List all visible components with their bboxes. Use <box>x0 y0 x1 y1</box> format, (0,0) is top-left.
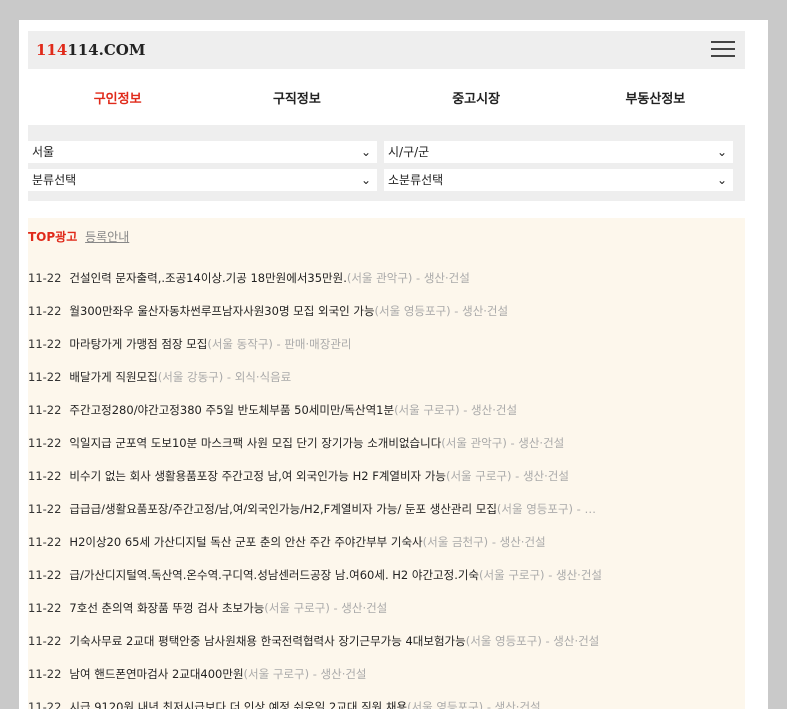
item-location-category: (서울 영등포구) - 생산·건설 <box>407 700 541 709</box>
subcategory-select-value: 소분류선택 <box>388 173 444 187</box>
item-date: 11-22 <box>28 502 62 516</box>
list-item[interactable]: 11-22 익일지급 군포역 도보10분 마스크팩 사원 모집 단기 장기가능 소… <box>28 433 740 453</box>
chevron-down-icon: ⌄ <box>360 145 371 159</box>
list-item[interactable]: 11-22 마라탕가게 가맹점 점장 모집(서울 동작구) - 판매·매장관리 <box>28 334 740 354</box>
item-date: 11-22 <box>28 304 62 318</box>
chevron-down-icon: ⌄ <box>360 173 371 187</box>
item-date: 11-22 <box>28 568 62 582</box>
item-location-category: (서울 금천구) - 생산·건설 <box>422 535 546 549</box>
list-item[interactable]: 11-22 월300만좌우 울산자동차썬루프남자사원30명 모집 외국인 가능(서… <box>28 301 740 321</box>
district-select-value: 시/구/군 <box>388 145 430 159</box>
item-date: 11-22 <box>28 469 62 483</box>
item-title[interactable]: 시급 9120원 내년 최저시급보다 더 인상 예정 쉬운일 2교대 직원 채용 <box>69 700 407 709</box>
item-title[interactable]: 주간고정280/야간고정380 주5일 반도체부품 50세미만/독산역1분 <box>69 403 394 417</box>
chevron-down-icon: ⌄ <box>716 173 727 187</box>
item-date: 11-22 <box>28 601 62 615</box>
filter-panel: 서울 ⌄ 시/구/군 ⌄ 분류선택 ⌄ 소분류선택 ⌄ <box>28 125 745 201</box>
chevron-down-icon: ⌄ <box>716 145 727 159</box>
item-date: 11-22 <box>28 436 62 450</box>
list-item[interactable]: 11-22 배달가게 직원모집(서울 강동구) - 외식·식음료 <box>28 367 740 387</box>
list-item[interactable]: 11-22 급/가산디지털역.독산역.온수역.구디역.성남센러드공장 남.여60세… <box>28 565 740 585</box>
item-title[interactable]: 기숙사무료 2교대 평택안중 남사원채용 한국전력협력사 장기근무가능 4대보험… <box>69 634 465 648</box>
category-select[interactable]: 분류선택 ⌄ <box>28 169 377 191</box>
item-location-category: (서울 구로구) - 생산·건설 <box>243 667 367 681</box>
item-location-category: (서울 구로구) - 생산·건설 <box>479 568 602 582</box>
item-title[interactable]: 급/가산디지털역.독산역.온수역.구디역.성남센러드공장 남.여60세. H2 … <box>69 568 479 582</box>
item-location-category: (서울 영등포구) - … <box>496 502 596 516</box>
item-location-category: (서울 관악구) - 생산·건설 <box>346 271 470 285</box>
item-date: 11-22 <box>28 403 62 417</box>
item-location-category: (서울 영등포구) - 생산·건설 <box>465 634 600 648</box>
main-nav: 구인정보 구직정보 중고시장 부동산정보 <box>28 69 745 125</box>
item-title[interactable]: 남여 핸드폰연마검사 2교대400만원 <box>69 667 243 681</box>
logo-red-part: 114 <box>36 41 68 59</box>
subcategory-select[interactable]: 소분류선택 ⌄ <box>384 169 733 191</box>
item-date: 11-22 <box>28 337 62 351</box>
tab-used-market[interactable]: 중고시장 <box>387 88 566 107</box>
item-title[interactable]: 급급급/생활요품포장/주간고정/남,여/외국인가능/H2,F계열비자 가능/ 둔… <box>69 502 496 516</box>
item-title[interactable]: 건설인력 문자출력,.조공14이상.기공 18만원에서35만원. <box>69 271 346 285</box>
list-item[interactable]: 11-22 주간고정280/야간고정380 주5일 반도체부품 50세미만/독산역… <box>28 400 740 420</box>
category-select-value: 분류선택 <box>32 173 77 187</box>
item-location-category: (서울 관악구) - 생산·건설 <box>441 436 565 450</box>
item-title[interactable]: 비수기 없는 회사 생활용품포장 주간고정 남,여 외국인가능 H2 F계열비자… <box>69 469 446 483</box>
item-location-category: (서울 강동구) - 외식·식음료 <box>157 370 292 384</box>
item-title[interactable]: 배달가게 직원모집 <box>69 370 157 384</box>
district-select[interactable]: 시/구/군 ⌄ <box>384 141 733 163</box>
item-title[interactable]: 7호선 춘의역 화장품 뚜껑 검사 초보가능 <box>69 601 264 615</box>
menu-icon-bar <box>711 48 735 50</box>
job-list: TOP광고 등록안내 11-22 건설인력 문자출력,.조공14이상.기공 18만… <box>28 218 745 709</box>
region-select[interactable]: 서울 ⌄ <box>28 141 377 163</box>
page-frame: 114114.COM 구인정보 구직정보 중고시장 부동산정보 서울 ⌄ 시/구… <box>19 20 768 709</box>
item-location-category: (서울 구로구) - 생산·건설 <box>445 469 569 483</box>
tab-job-offers[interactable]: 구인정보 <box>28 88 207 107</box>
list-item[interactable]: 11-22 시급 9120원 내년 최저시급보다 더 인상 예정 쉬운일 2교대 … <box>28 697 740 709</box>
list-item[interactable]: 11-22 비수기 없는 회사 생활용품포장 주간고정 남,여 외국인가능 H2 … <box>28 466 740 486</box>
register-info-link[interactable]: 등록안내 <box>85 230 129 244</box>
site-logo[interactable]: 114114.COM <box>36 41 145 59</box>
item-location-category: (서울 구로구) - 생산·건설 <box>264 601 388 615</box>
top-ad-header: TOP광고 등록안내 <box>28 228 129 245</box>
item-date: 11-22 <box>28 634 62 648</box>
item-title[interactable]: 마라탕가게 가맹점 점장 모집 <box>69 337 207 351</box>
item-title[interactable]: H2이상20 65세 가산디지털 독산 군포 춘의 안산 주간 주야간부부 기숙… <box>69 535 422 549</box>
site-header: 114114.COM <box>28 31 745 69</box>
item-date: 11-22 <box>28 700 62 709</box>
item-date: 11-22 <box>28 667 62 681</box>
item-date: 11-22 <box>28 271 62 285</box>
list-item[interactable]: 11-22 7호선 춘의역 화장품 뚜껑 검사 초보가능(서울 구로구) - 생산… <box>28 598 740 618</box>
item-title[interactable]: 익일지급 군포역 도보10분 마스크팩 사원 모집 단기 장기가능 소개비없습니… <box>69 436 441 450</box>
menu-icon[interactable] <box>711 41 735 59</box>
item-location-category: (서울 영등포구) - 생산·건설 <box>374 304 509 318</box>
region-select-value: 서울 <box>32 145 55 159</box>
list-item[interactable]: 11-22 남여 핸드폰연마검사 2교대400만원(서울 구로구) - 생산·건설 <box>28 664 740 684</box>
logo-dark-part: 114.COM <box>67 41 146 59</box>
item-title[interactable]: 월300만좌우 울산자동차썬루프남자사원30명 모집 외국인 가능 <box>69 304 374 318</box>
menu-icon-bar <box>711 41 735 43</box>
list-item[interactable]: 11-22 급급급/생활요품포장/주간고정/남,여/외국인가능/H2,F계열비자 … <box>28 499 740 519</box>
tab-job-seekers[interactable]: 구직정보 <box>207 88 386 107</box>
menu-icon-bar <box>711 55 735 57</box>
list-item[interactable]: 11-22 H2이상20 65세 가산디지털 독산 군포 춘의 안산 주간 주야간… <box>28 532 740 552</box>
tab-real-estate[interactable]: 부동산정보 <box>566 88 745 107</box>
item-date: 11-22 <box>28 535 62 549</box>
list-item[interactable]: 11-22 기숙사무료 2교대 평택안중 남사원채용 한국전력협력사 장기근무가능… <box>28 631 740 651</box>
item-location-category: (서울 동작구) - 판매·매장관리 <box>207 337 352 351</box>
item-date: 11-22 <box>28 370 62 384</box>
item-location-category: (서울 구로구) - 생산·건설 <box>394 403 518 417</box>
top-ad-label: TOP광고 <box>28 230 78 244</box>
list-item[interactable]: 11-22 건설인력 문자출력,.조공14이상.기공 18만원에서35만원.(서울… <box>28 268 740 288</box>
